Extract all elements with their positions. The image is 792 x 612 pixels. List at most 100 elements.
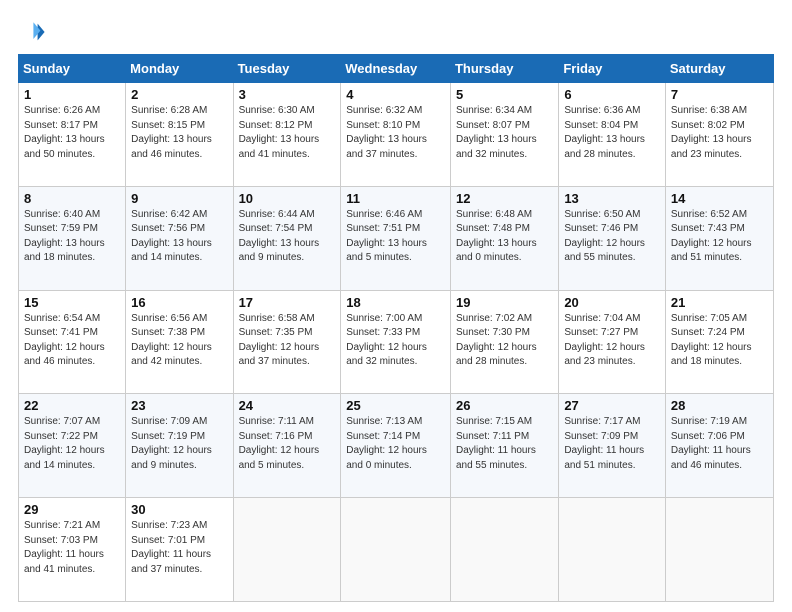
day-number: 5 bbox=[456, 87, 553, 102]
calendar-cell bbox=[341, 498, 451, 602]
day-info: Sunrise: 6:44 AMSunset: 7:54 PMDaylight:… bbox=[239, 208, 336, 266]
day-info: Sunrise: 7:15 AMSunset: 7:11 PMDaylight:… bbox=[456, 415, 553, 473]
calendar-cell: 12 Sunrise: 6:48 AMSunset: 7:48 PMDayligh… bbox=[450, 186, 558, 290]
day-info: Sunrise: 7:13 AMSunset: 7:14 PMDaylight:… bbox=[346, 415, 445, 473]
day-number: 22 bbox=[24, 398, 120, 413]
day-info: Sunrise: 7:02 AMSunset: 7:30 PMDaylight:… bbox=[456, 312, 553, 370]
day-number: 27 bbox=[564, 398, 660, 413]
day-number: 14 bbox=[671, 191, 768, 206]
day-number: 17 bbox=[239, 295, 336, 310]
day-number: 24 bbox=[239, 398, 336, 413]
calendar-cell: 10Sunrise: 6:44 AMSunset: 7:54 PMDayligh… bbox=[233, 186, 341, 290]
calendar-week-row: 15Sunrise: 6:54 AMSunset: 7:41 PMDayligh… bbox=[19, 290, 774, 394]
calendar-cell: 22 Sunrise: 7:07 AMSunset: 7:22 PMDayligh… bbox=[19, 394, 126, 498]
calendar-cell: 9 Sunrise: 6:42 AMSunset: 7:56 PMDaylight… bbox=[126, 186, 233, 290]
header bbox=[18, 18, 774, 46]
day-info: Sunrise: 6:48 AMSunset: 7:48 PMDaylight:… bbox=[456, 208, 553, 266]
calendar-week-row: 8 Sunrise: 6:40 AMSunset: 7:59 PMDaylight… bbox=[19, 186, 774, 290]
calendar-cell: 24 Sunrise: 7:11 AMSunset: 7:16 PMDayligh… bbox=[233, 394, 341, 498]
calendar-cell: 20 Sunrise: 7:04 AMSunset: 7:27 PMDayligh… bbox=[559, 290, 666, 394]
day-number: 13 bbox=[564, 191, 660, 206]
calendar-cell: 14 Sunrise: 6:52 AMSunset: 7:43 PMDayligh… bbox=[665, 186, 773, 290]
calendar-week-row: 1 Sunrise: 6:26 AMSunset: 8:17 PMDaylight… bbox=[19, 83, 774, 187]
day-info: Sunrise: 6:46 AMSunset: 7:51 PMDaylight:… bbox=[346, 208, 445, 266]
day-info: Sunrise: 6:40 AMSunset: 7:59 PMDaylight:… bbox=[24, 208, 120, 266]
calendar-cell: 23 Sunrise: 7:09 AMSunset: 7:19 PMDayligh… bbox=[126, 394, 233, 498]
calendar-cell: 3 Sunrise: 6:30 AMSunset: 8:12 PMDaylight… bbox=[233, 83, 341, 187]
day-number: 8 bbox=[24, 191, 120, 206]
day-info: Sunrise: 6:28 AMSunset: 8:15 PMDaylight:… bbox=[131, 104, 227, 162]
day-number: 2 bbox=[131, 87, 227, 102]
calendar-cell bbox=[665, 498, 773, 602]
day-number: 11 bbox=[346, 191, 445, 206]
calendar-cell: 11 Sunrise: 6:46 AMSunset: 7:51 PMDayligh… bbox=[341, 186, 451, 290]
day-info: Sunrise: 7:04 AMSunset: 7:27 PMDaylight:… bbox=[564, 312, 660, 370]
day-number: 6 bbox=[564, 87, 660, 102]
weekday-header-tuesday: Tuesday bbox=[233, 55, 341, 83]
day-info: Sunrise: 6:30 AMSunset: 8:12 PMDaylight:… bbox=[239, 104, 336, 162]
calendar-cell: 18 Sunrise: 7:00 AMSunset: 7:33 PMDayligh… bbox=[341, 290, 451, 394]
weekday-header-saturday: Saturday bbox=[665, 55, 773, 83]
calendar-cell: 19Sunrise: 7:02 AMSunset: 7:30 PMDayligh… bbox=[450, 290, 558, 394]
day-number: 20 bbox=[564, 295, 660, 310]
day-info: Sunrise: 6:36 AMSunset: 8:04 PMDaylight:… bbox=[564, 104, 660, 162]
calendar-cell: 26 Sunrise: 7:15 AMSunset: 7:11 PMDayligh… bbox=[450, 394, 558, 498]
day-number: 16 bbox=[131, 295, 227, 310]
calendar-cell: 8 Sunrise: 6:40 AMSunset: 7:59 PMDaylight… bbox=[19, 186, 126, 290]
logo-icon bbox=[18, 18, 46, 46]
logo bbox=[18, 18, 50, 46]
calendar-cell: 4Sunrise: 6:32 AMSunset: 8:10 PMDaylight… bbox=[341, 83, 451, 187]
day-info: Sunrise: 7:11 AMSunset: 7:16 PMDaylight:… bbox=[239, 415, 336, 473]
day-info: Sunrise: 6:26 AMSunset: 8:17 PMDaylight:… bbox=[24, 104, 120, 162]
calendar-header-row: SundayMondayTuesdayWednesdayThursdayFrid… bbox=[19, 55, 774, 83]
day-number: 15 bbox=[24, 295, 120, 310]
day-info: Sunrise: 7:07 AMSunset: 7:22 PMDaylight:… bbox=[24, 415, 120, 473]
calendar-week-row: 29Sunrise: 7:21 AMSunset: 7:03 PMDayligh… bbox=[19, 498, 774, 602]
day-number: 1 bbox=[24, 87, 120, 102]
calendar-cell: 30 Sunrise: 7:23 AMSunset: 7:01 PMDayligh… bbox=[126, 498, 233, 602]
day-number: 25 bbox=[346, 398, 445, 413]
day-info: Sunrise: 7:09 AMSunset: 7:19 PMDaylight:… bbox=[131, 415, 227, 473]
day-number: 12 bbox=[456, 191, 553, 206]
page: SundayMondayTuesdayWednesdayThursdayFrid… bbox=[0, 0, 792, 612]
day-info: Sunrise: 7:00 AMSunset: 7:33 PMDaylight:… bbox=[346, 312, 445, 370]
weekday-header-friday: Friday bbox=[559, 55, 666, 83]
calendar-cell: 17Sunrise: 6:58 AMSunset: 7:35 PMDayligh… bbox=[233, 290, 341, 394]
calendar-cell: 16 Sunrise: 6:56 AMSunset: 7:38 PMDayligh… bbox=[126, 290, 233, 394]
day-info: Sunrise: 6:52 AMSunset: 7:43 PMDaylight:… bbox=[671, 208, 768, 266]
calendar-cell: 5 Sunrise: 6:34 AMSunset: 8:07 PMDaylight… bbox=[450, 83, 558, 187]
calendar-week-row: 22 Sunrise: 7:07 AMSunset: 7:22 PMDayligh… bbox=[19, 394, 774, 498]
day-info: Sunrise: 7:23 AMSunset: 7:01 PMDaylight:… bbox=[131, 519, 227, 577]
day-number: 29 bbox=[24, 502, 120, 517]
calendar-cell: 27 Sunrise: 7:17 AMSunset: 7:09 PMDayligh… bbox=[559, 394, 666, 498]
calendar-cell: 15Sunrise: 6:54 AMSunset: 7:41 PMDayligh… bbox=[19, 290, 126, 394]
day-info: Sunrise: 7:19 AMSunset: 7:06 PMDaylight:… bbox=[671, 415, 768, 473]
day-info: Sunrise: 6:56 AMSunset: 7:38 PMDaylight:… bbox=[131, 312, 227, 370]
day-number: 3 bbox=[239, 87, 336, 102]
calendar-cell: 13Sunrise: 6:50 AMSunset: 7:46 PMDayligh… bbox=[559, 186, 666, 290]
day-number: 23 bbox=[131, 398, 227, 413]
calendar-table: SundayMondayTuesdayWednesdayThursdayFrid… bbox=[18, 54, 774, 602]
day-info: Sunrise: 6:34 AMSunset: 8:07 PMDaylight:… bbox=[456, 104, 553, 162]
day-number: 30 bbox=[131, 502, 227, 517]
weekday-header-wednesday: Wednesday bbox=[341, 55, 451, 83]
weekday-header-monday: Monday bbox=[126, 55, 233, 83]
calendar-cell: 2 Sunrise: 6:28 AMSunset: 8:15 PMDaylight… bbox=[126, 83, 233, 187]
calendar-cell bbox=[559, 498, 666, 602]
calendar-cell: 7 Sunrise: 6:38 AMSunset: 8:02 PMDaylight… bbox=[665, 83, 773, 187]
day-info: Sunrise: 6:42 AMSunset: 7:56 PMDaylight:… bbox=[131, 208, 227, 266]
day-info: Sunrise: 6:32 AMSunset: 8:10 PMDaylight:… bbox=[346, 104, 445, 162]
day-number: 21 bbox=[671, 295, 768, 310]
day-info: Sunrise: 6:38 AMSunset: 8:02 PMDaylight:… bbox=[671, 104, 768, 162]
day-number: 18 bbox=[346, 295, 445, 310]
calendar-cell: 6 Sunrise: 6:36 AMSunset: 8:04 PMDaylight… bbox=[559, 83, 666, 187]
day-info: Sunrise: 7:05 AMSunset: 7:24 PMDaylight:… bbox=[671, 312, 768, 370]
day-number: 26 bbox=[456, 398, 553, 413]
day-number: 9 bbox=[131, 191, 227, 206]
day-info: Sunrise: 7:17 AMSunset: 7:09 PMDaylight:… bbox=[564, 415, 660, 473]
calendar-cell: 28Sunrise: 7:19 AMSunset: 7:06 PMDayligh… bbox=[665, 394, 773, 498]
calendar-cell: 25 Sunrise: 7:13 AMSunset: 7:14 PMDayligh… bbox=[341, 394, 451, 498]
calendar-cell: 29Sunrise: 7:21 AMSunset: 7:03 PMDayligh… bbox=[19, 498, 126, 602]
calendar-cell bbox=[450, 498, 558, 602]
day-number: 7 bbox=[671, 87, 768, 102]
